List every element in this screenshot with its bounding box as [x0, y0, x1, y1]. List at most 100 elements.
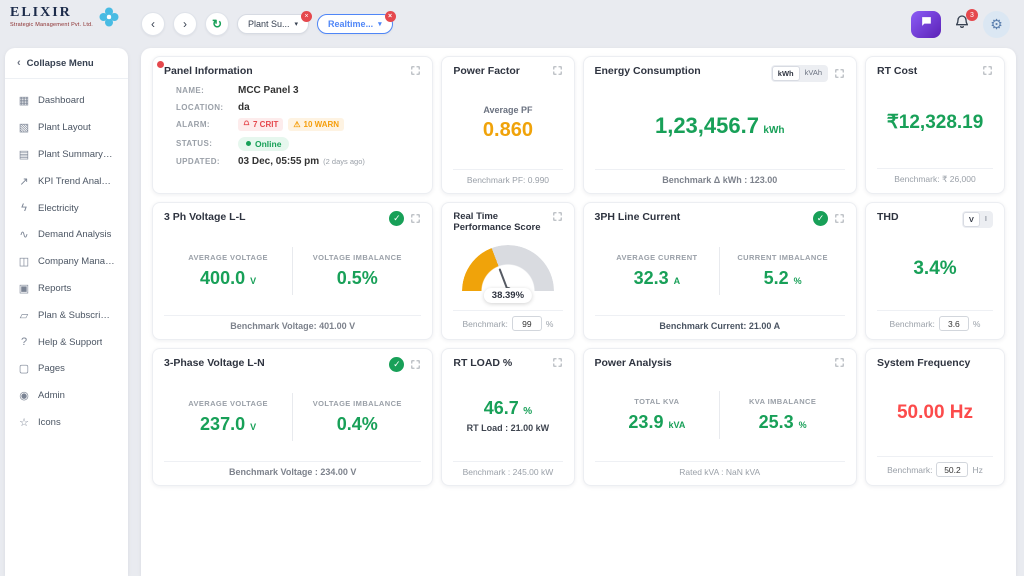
- plant-select-dropdown[interactable]: Plant Su... ▾ ×: [237, 14, 309, 34]
- benchmark-footer: Benchmark: ₹ 26,000: [877, 168, 993, 185]
- sidebar-item-company-management[interactable]: ◫Company Managem...: [5, 248, 128, 275]
- sidebar-item-demand-analysis[interactable]: ∿Demand Analysis: [5, 221, 128, 248]
- expand-icon[interactable]: [982, 65, 993, 76]
- sidebar-item-label: Help & Support: [38, 337, 102, 348]
- current-toggle-option[interactable]: I: [980, 212, 992, 227]
- clear-realtime-button[interactable]: ×: [385, 11, 396, 22]
- forward-button[interactable]: ›: [173, 12, 197, 36]
- performance-benchmark-input[interactable]: [512, 316, 542, 331]
- expand-icon[interactable]: [834, 357, 845, 368]
- unit-toggle[interactable]: kWh kVAh: [771, 65, 828, 82]
- kvah-toggle-option[interactable]: kVAh: [800, 66, 827, 81]
- realtime-select-label: Realtime...: [328, 19, 373, 29]
- summary-icon: ▤: [18, 148, 30, 161]
- sidebar-item-reports[interactable]: ▣Reports: [5, 275, 128, 302]
- warning-alarm-badge[interactable]: ⚠10 WARN: [288, 118, 344, 131]
- topbar: ‹ › ↻ Plant Su... ▾ × Realtime... ▾ × 3 …: [133, 0, 1024, 48]
- sidebar-item-dashboard[interactable]: ▦ Dashboard: [5, 87, 128, 114]
- rt-load-value: 46.7: [484, 398, 519, 418]
- refresh-button[interactable]: ↻: [205, 12, 229, 36]
- card-title: 3-Phase Voltage L-N: [164, 357, 265, 369]
- expand-icon[interactable]: [410, 213, 421, 224]
- voltage-unit: V: [250, 276, 256, 286]
- realtime-select-dropdown[interactable]: Realtime... ▾ ×: [317, 14, 393, 34]
- sidebar-item-label: Electricity: [38, 203, 79, 214]
- bolt-icon: ϟ: [18, 202, 30, 214]
- stat-label: AVERAGE VOLTAGE: [168, 253, 288, 262]
- stat-label: AVERAGE VOLTAGE: [168, 399, 288, 408]
- expand-icon[interactable]: [834, 213, 845, 224]
- status-badge: Online: [238, 137, 289, 151]
- average-voltage-value: 400.0: [200, 268, 245, 288]
- settings-button[interactable]: ⚙: [983, 11, 1010, 38]
- sidebar-item-icons[interactable]: ☆Icons: [5, 409, 128, 436]
- report-icon: ▣: [18, 282, 30, 295]
- sidebar-item-electricity[interactable]: ϟ Electricity: [5, 195, 128, 221]
- critical-alarm-count: 7 CRIT: [253, 120, 278, 129]
- card-title: Power Factor: [453, 65, 520, 77]
- sidebar-item-help-support[interactable]: ?Help & Support: [5, 329, 128, 355]
- benchmark-label: Benchmark:: [890, 319, 935, 329]
- kva-unit: kVA: [668, 420, 685, 430]
- benchmark-label: Benchmark:: [887, 465, 932, 475]
- card-title: System Frequency: [877, 357, 970, 369]
- notification-count-badge: 3: [966, 9, 978, 21]
- expand-icon[interactable]: [552, 211, 563, 222]
- card-line-current: 3PH Line Current ✓ AVERAGE CURRENT 32.3 …: [583, 202, 858, 340]
- collapse-menu-button[interactable]: ‹ Collapse Menu: [5, 48, 128, 79]
- expand-icon[interactable]: [834, 68, 845, 79]
- average-current-value: 32.3: [634, 268, 669, 288]
- online-dot-icon: [246, 141, 251, 146]
- sidebar-item-plant-layout[interactable]: ▧Plant Layout: [5, 114, 128, 141]
- card-power-analysis: Power Analysis TOTAL KVA 23.9 kVA KVA IM…: [583, 348, 858, 486]
- kva-imbalance-stat: KVA IMBALANCE 25.3 %: [719, 391, 845, 439]
- chat-button[interactable]: [911, 11, 941, 38]
- expand-icon[interactable]: [552, 65, 563, 76]
- panel-info-fields: NAME:MCC Panel 3 LOCATION:da ALARM: 7 CR…: [176, 85, 421, 167]
- current-imbalance-value: 5.2: [764, 268, 789, 288]
- voltage-toggle-option[interactable]: V: [963, 212, 980, 227]
- sidebar-item-plant-summary-ht[interactable]: ▤Plant Summary HT: [5, 141, 128, 168]
- energy-value: 1,23,456.7: [655, 113, 759, 138]
- refresh-icon: ↻: [212, 17, 222, 31]
- content-column: ‹ › ↻ Plant Su... ▾ × Realtime... ▾ × 3 …: [133, 0, 1024, 576]
- expand-icon[interactable]: [552, 357, 563, 368]
- frequency-benchmark-input[interactable]: [936, 462, 968, 477]
- benchmark-unit: Hz: [972, 465, 982, 475]
- sidebar-item-plan-subscription[interactable]: ▱ Plan & Subscription: [5, 302, 128, 329]
- sidebar-item-admin[interactable]: ◉Admin: [5, 382, 128, 409]
- card-title: 3 Ph Voltage L-L: [164, 211, 245, 223]
- expand-icon[interactable]: [410, 65, 421, 76]
- benchmark-footer: Benchmark: Hz: [877, 456, 993, 477]
- sidebar: ‹ Collapse Menu ▦ Dashboard ▧Plant Layout…: [5, 48, 128, 576]
- chat-bubble-icon: [920, 15, 933, 33]
- critical-alarm-badge[interactable]: 7 CRIT: [238, 118, 283, 131]
- back-button[interactable]: ‹: [141, 12, 165, 36]
- dashboard-icon: ▦: [18, 94, 30, 107]
- sidebar-item-pages[interactable]: ▢Pages: [5, 355, 128, 382]
- card-voltage-ll: 3 Ph Voltage L-L ✓ AVERAGE VOLTAGE 400.0…: [152, 202, 433, 340]
- performance-gauge: 38.39%: [462, 245, 554, 291]
- clear-plant-button[interactable]: ×: [301, 11, 312, 22]
- card-grid: Panel Information NAME:MCC Panel 3 LOCAT…: [152, 56, 1005, 486]
- star-icon: ☆: [18, 416, 30, 429]
- stat-label: KVA IMBALANCE: [724, 397, 841, 406]
- expand-icon[interactable]: [410, 359, 421, 370]
- wave-icon: ∿: [18, 228, 30, 241]
- sidebar-item-kpi-trend-analytics[interactable]: ↗KPI Trend Analytics: [5, 168, 128, 195]
- benchmark-footer: Benchmark PF: 0.990: [453, 169, 562, 185]
- benchmark-footer: Benchmark: %: [453, 310, 562, 331]
- notifications-button[interactable]: 3: [949, 11, 975, 37]
- kwh-toggle-option[interactable]: kWh: [772, 66, 800, 81]
- sidebar-item-label: Admin: [38, 390, 65, 401]
- status-value: Online: [255, 139, 281, 149]
- average-voltage-stat: AVERAGE VOLTAGE 237.0 V: [164, 393, 292, 441]
- thd-mode-toggle[interactable]: V I: [962, 211, 993, 228]
- sidebar-item-label: Plan & Subscription: [38, 310, 115, 321]
- card-icon: ▱: [18, 309, 30, 322]
- panel-location-value: da: [238, 102, 250, 113]
- thd-benchmark-input[interactable]: [939, 316, 969, 331]
- card-rt-load: RT LOAD % 46.7 % RT Load : 21.00 kW Benc…: [441, 348, 574, 486]
- sidebar-item-label: Dashboard: [38, 95, 84, 106]
- average-voltage-value: 237.0: [200, 414, 245, 434]
